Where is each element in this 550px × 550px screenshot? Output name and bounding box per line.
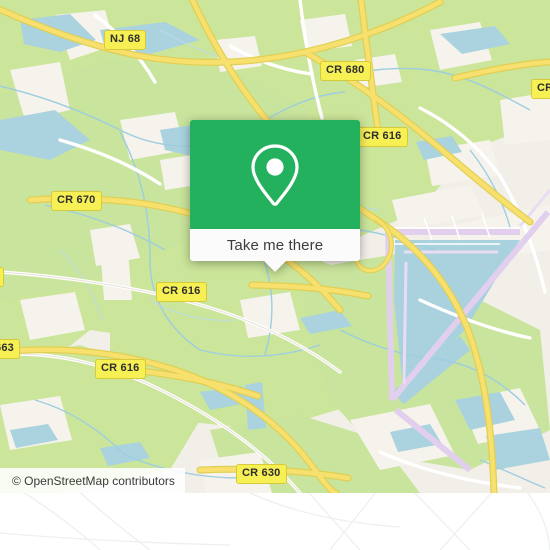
road-shield: 663 xyxy=(0,339,20,359)
road-shield: CR 616 xyxy=(357,127,408,147)
road-shield: CR 616 xyxy=(156,282,207,302)
popup-marker-panel xyxy=(190,120,360,229)
take-me-there-label: Take me there xyxy=(226,236,324,254)
road-shield: CR 670 xyxy=(51,191,102,211)
map-canvas[interactable]: NJ 68 CR 680 CR CR 616 CR 670 3 CR 616 6… xyxy=(0,0,550,493)
road-shield: CR 630 xyxy=(236,464,287,484)
footer-bar: Pennsylvania Ave (1st pennsylvania), For… xyxy=(0,493,550,550)
road-shield: NJ 68 xyxy=(104,30,147,50)
openstreetmap-attribution[interactable]: © OpenStreetMap contributors xyxy=(0,468,185,493)
popup-pointer-tail xyxy=(264,261,286,272)
attribution-label: © OpenStreetMap contributors xyxy=(12,473,175,488)
road-shield: 3 xyxy=(0,267,5,287)
take-me-there-button[interactable]: Take me there xyxy=(190,229,360,272)
road-shield: CR 616 xyxy=(95,359,146,379)
road-shield: CR xyxy=(531,79,550,99)
map-pin-icon xyxy=(251,143,299,206)
road-shield: CR 680 xyxy=(320,61,371,81)
moovit-location-card: NJ 68 CR 680 CR CR 616 CR 670 3 CR 616 6… xyxy=(0,0,550,550)
location-popup-card[interactable]: Take me there xyxy=(190,120,360,272)
footer-map-watermark xyxy=(0,493,550,550)
